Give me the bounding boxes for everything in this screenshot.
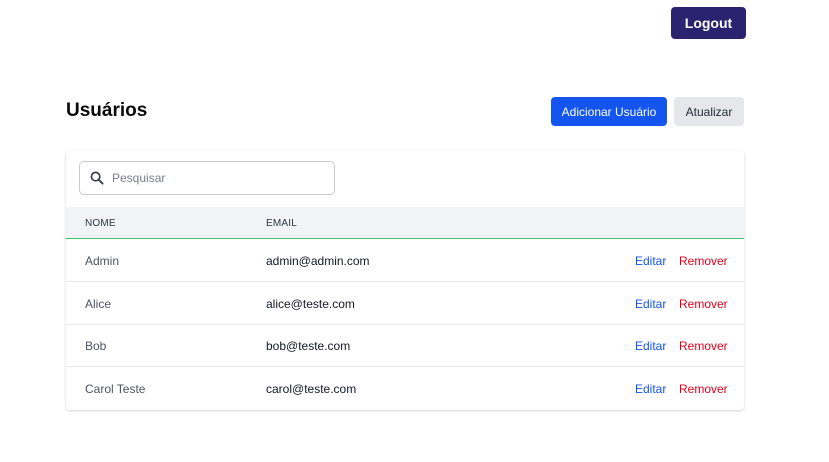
table-row: Carol Teste carol@teste.com Editar Remov…	[66, 368, 744, 410]
logout-button[interactable]: Logout	[671, 7, 746, 39]
remove-user-button[interactable]: Remover	[679, 325, 728, 367]
user-email: bob@teste.com	[266, 339, 351, 353]
remove-user-button[interactable]: Remover	[679, 240, 728, 282]
user-name: Admin	[85, 254, 120, 268]
refresh-button[interactable]: Atualizar	[674, 97, 744, 126]
user-name: Alice	[85, 297, 112, 311]
page-title: Usuários	[66, 100, 148, 121]
table-row: Bob bob@teste.com Editar Remover	[66, 325, 744, 367]
edit-user-button[interactable]: Editar	[635, 283, 666, 325]
search-input[interactable]	[112, 171, 312, 185]
users-card: NOME EMAIL Admin admin@admin.com Editar …	[66, 150, 744, 410]
remove-user-button[interactable]: Remover	[679, 368, 728, 410]
user-name: Carol Teste	[85, 382, 146, 396]
table-row: Admin admin@admin.com Editar Remover	[66, 240, 744, 282]
user-email: admin@admin.com	[266, 254, 370, 268]
users-page: Logout Usuários Adicionar Usuário Atuali…	[0, 0, 829, 462]
column-header-email: EMAIL	[266, 217, 298, 229]
add-user-button[interactable]: Adicionar Usuário	[551, 97, 667, 126]
user-email: alice@teste.com	[266, 297, 355, 311]
edit-user-button[interactable]: Editar	[635, 325, 666, 367]
table-row: Alice alice@teste.com Editar Remover	[66, 283, 744, 325]
column-header-name: NOME	[85, 217, 116, 229]
user-email: carol@teste.com	[266, 382, 357, 396]
remove-user-button[interactable]: Remover	[679, 283, 728, 325]
search-box[interactable]	[79, 161, 335, 195]
edit-user-button[interactable]: Editar	[635, 240, 666, 282]
edit-user-button[interactable]: Editar	[635, 368, 666, 410]
user-name: Bob	[85, 339, 107, 353]
table-header: NOME EMAIL	[66, 207, 744, 239]
search-icon	[89, 170, 105, 186]
